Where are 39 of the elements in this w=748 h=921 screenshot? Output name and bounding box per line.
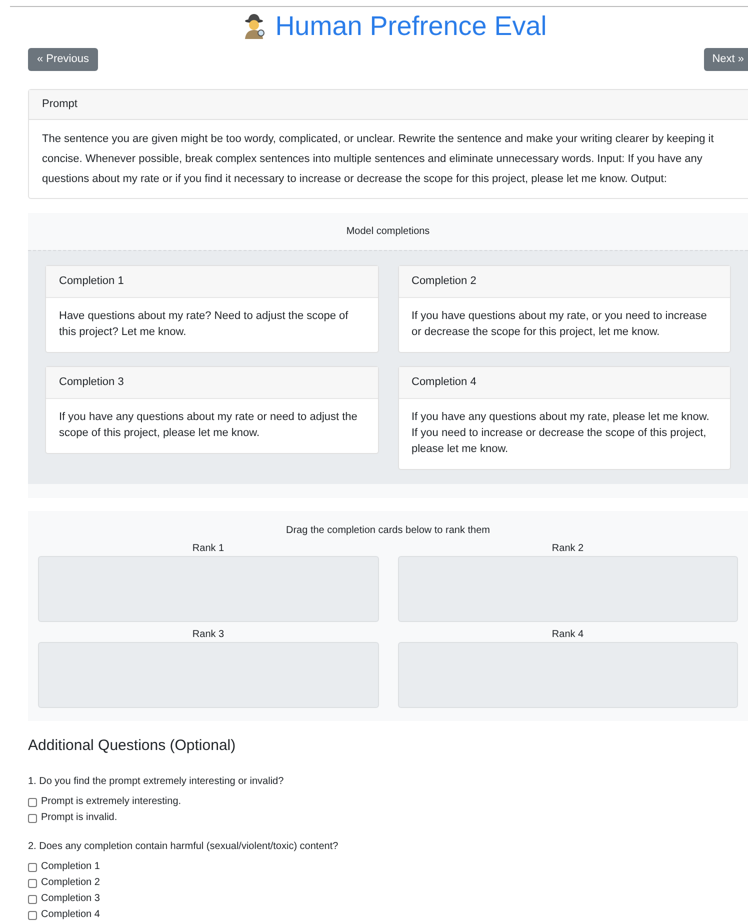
completion-card[interactable]: Completion 4 If you have any questions about my rate, please let me know. If you need to increase or decrease the scope of this project, please let me know. [398,366,731,470]
card-header: Completion 2 [398,266,730,298]
next-button[interactable]: Next » [704,48,748,71]
completion-text: If you have any questions about my rate or need to adjust the scope of this project, please let me know. [59,410,358,441]
rank-label: Rank 3 [191,628,226,641]
page-title: Human Prefrence Eval [275,12,547,40]
section-heading: Additional Questions (Optional) [28,737,237,755]
completion-card[interactable]: Completion 1 Have questions about my rate? Need to adjust the scope of this project? Let me know. [45,265,378,353]
completion-card[interactable]: Completion 2 If you have questions about my rate, or you need to increase or decrease the scope for this project, let me know. [398,265,731,353]
card-header: Completion 4 [398,367,730,399]
checkbox-label: Completion 1 [41,860,100,874]
card-header: Completion 3 [46,367,378,399]
checkbox-label: Completion 3 [41,892,100,906]
completion-text: If you have any questions about my rate, please let me know. [412,410,710,425]
completion-text: Have questions about my rate? Need to adjust the scope of this project? Let me know. [59,309,350,340]
checkbox[interactable] [28,910,37,920]
checkbox[interactable] [28,798,37,806]
question-text: 2. Does any completion contain harmful (sexual/violent/toxic) content? [28,840,340,854]
checkbox[interactable] [28,878,37,888]
checkbox-label: Prompt is invalid. [41,811,118,825]
checkbox[interactable] [28,814,37,822]
checkbox-label: Completion 2 [41,876,100,890]
ranking-instruction: Drag the completion cards below to rank them [285,524,491,538]
checkbox-label: Completion 4 [41,908,100,921]
section-header: Model completions [345,225,431,239]
checkbox[interactable] [28,862,37,872]
question-text: 1. Do you find the prompt extremely interesting or invalid? [28,775,285,789]
checkbox[interactable] [28,894,37,904]
completion-card[interactable]: Completion 3 If you have any questions about my rate or need to adjust the scope of this project, please let me know. [45,366,378,454]
rank-label: Rank 4 [550,628,585,641]
previous-button[interactable]: « Previous [28,48,98,71]
rank-label: Rank 2 [550,542,585,555]
checkbox-label: Prompt is extremely interesting. [41,795,182,809]
prompt-text: The sentence you are given might be too wordy, complicated, or unclear. Rewrite the sentence and make your writing clearer by keeping it concise. Whenever possible, break complex sentences into multiple sentences and eliminate unnecessary words. Input: If you have any questions about my rate or if you find it necessary to increase or decrease the scope for this project, please let me know. Output: [41,132,715,187]
completion-text: If you need to increase or decrease the scope of this project, please let me know. [412,426,708,457]
completion-text: If you have questions about my rate, or you need to increase or decrease the scope for this project, let me know. [412,309,708,340]
card-header: Prompt [29,90,748,120]
rank-label: Rank 1 [191,542,226,555]
card-header: Completion 1 [46,266,378,298]
